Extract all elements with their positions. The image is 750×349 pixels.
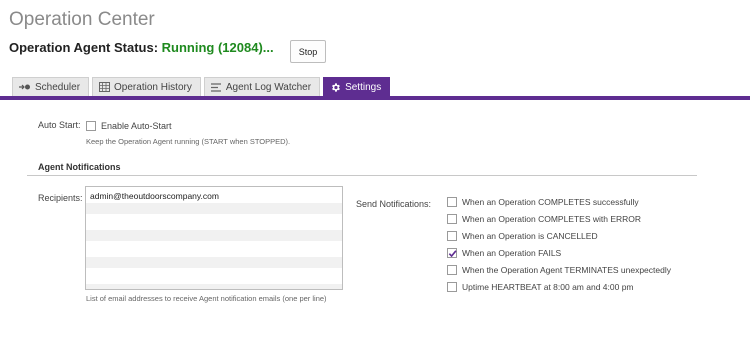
gear-icon <box>330 82 341 93</box>
tab-operation-history[interactable]: Operation History <box>92 77 201 96</box>
recipients-hint: List of email addresses to receive Agent… <box>86 294 327 303</box>
agent-status-value: Running (12084)... <box>161 40 274 55</box>
notification-checkbox[interactable] <box>447 231 457 241</box>
arrow-dot-icon <box>19 83 31 91</box>
notification-option: When an Operation COMPLETES successfully <box>447 197 639 207</box>
tab-settings[interactable]: Settings <box>323 77 391 96</box>
tab-label: Operation History <box>114 81 192 93</box>
notification-option-label[interactable]: When an Operation FAILS <box>462 248 561 258</box>
notification-option: Uptime HEARTBEAT at 8:00 am and 4:00 pm <box>447 282 634 292</box>
tab-underline <box>0 96 750 100</box>
tab-agent-log-watcher[interactable]: Agent Log Watcher <box>203 77 321 96</box>
section-divider <box>27 175 697 176</box>
notification-checkbox[interactable] <box>447 197 457 207</box>
auto-start-option: Enable Auto-Start <box>86 121 172 131</box>
notification-option: When an Operation COMPLETES with ERROR <box>447 214 641 224</box>
notification-checkbox-checked[interactable] <box>447 248 457 258</box>
tab-label: Agent Log Watcher <box>225 81 312 93</box>
auto-start-checkbox[interactable] <box>86 121 96 131</box>
section-title: Agent Notifications <box>38 162 121 172</box>
notification-option: When the Operation Agent TERMINATES unex… <box>447 265 671 275</box>
tab-bar: Scheduler Operation History Agent Log Wa… <box>12 77 391 96</box>
send-notifications-label: Send Notifications: <box>356 199 432 209</box>
notification-option: When an Operation is CANCELLED <box>447 231 598 241</box>
auto-start-hint: Keep the Operation Agent running (START … <box>86 137 291 146</box>
lines-icon <box>210 82 222 92</box>
tab-label: Settings <box>345 81 382 93</box>
auto-start-label: Auto Start: <box>38 120 81 130</box>
notification-option-label[interactable]: When the Operation Agent TERMINATES unex… <box>462 265 671 275</box>
stop-button[interactable]: Stop <box>290 40 326 63</box>
notification-checkbox[interactable] <box>447 265 457 275</box>
recipients-label: Recipients: <box>38 193 83 203</box>
notification-option-label[interactable]: Uptime HEARTBEAT at 8:00 am and 4:00 pm <box>462 282 634 292</box>
tab-label: Scheduler <box>35 81 81 93</box>
notification-option-label[interactable]: When an Operation COMPLETES successfully <box>462 197 639 207</box>
notification-option: When an Operation FAILS <box>447 248 561 258</box>
notification-option-label[interactable]: When an Operation is CANCELLED <box>462 231 598 241</box>
recipients-textarea[interactable]: admin@theoutdoorscompany.com <box>85 186 343 290</box>
recipients-value: admin@theoutdoorscompany.com <box>90 191 219 201</box>
notification-checkbox[interactable] <box>447 214 457 224</box>
agent-status-label: Operation Agent Status: <box>9 40 159 55</box>
notification-checkbox[interactable] <box>447 282 457 292</box>
agent-status: Operation Agent Status: Running (12084).… <box>9 40 274 55</box>
checkmark-icon <box>448 249 457 258</box>
page-title: Operation Center <box>9 9 155 30</box>
auto-start-checkbox-label[interactable]: Enable Auto-Start <box>101 121 172 131</box>
notification-option-label[interactable]: When an Operation COMPLETES with ERROR <box>462 214 641 224</box>
table-icon <box>99 82 111 92</box>
tab-scheduler[interactable]: Scheduler <box>12 77 90 96</box>
